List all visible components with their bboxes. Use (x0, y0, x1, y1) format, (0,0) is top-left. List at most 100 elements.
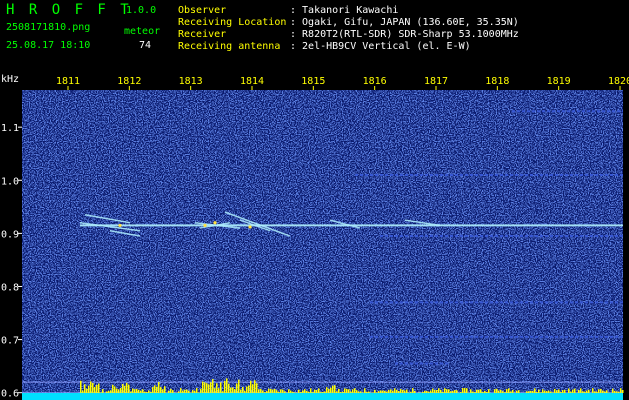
activity-bar (210, 382, 212, 393)
activity-bar (314, 389, 316, 393)
activity-bar (440, 389, 442, 393)
activity-bar (372, 392, 374, 393)
activity-bar (452, 390, 454, 393)
activity-bar (302, 390, 304, 393)
activity-bar (534, 388, 536, 393)
spectrogram-noise (22, 90, 623, 398)
activity-bar (88, 385, 90, 393)
activity-bar (338, 388, 340, 393)
activity-bar (212, 379, 214, 393)
app-version: 1.0.0 (126, 5, 157, 16)
activity-bar (450, 391, 452, 393)
activity-bar (288, 389, 290, 393)
activity-bar (500, 389, 502, 393)
activity-bar (128, 384, 130, 393)
activity-bar (324, 391, 326, 393)
activity-bar (432, 388, 434, 393)
activity-bar (116, 388, 118, 393)
activity-bar (150, 391, 152, 393)
activity-bar (562, 390, 564, 393)
activity-bar (586, 390, 588, 393)
activity-bar (414, 390, 416, 393)
activity-bar (304, 389, 306, 393)
activity-bar (592, 388, 594, 393)
noise-floor-bar (22, 393, 623, 400)
activity-bar (148, 390, 150, 393)
meteor-head (248, 225, 252, 229)
x-tick-label: 1812 (117, 76, 141, 87)
y-tick-label: 1.0 (1, 176, 19, 187)
activity-bar (158, 381, 160, 393)
activity-bar (434, 389, 436, 393)
activity-bar (476, 389, 478, 393)
activity-bar (190, 392, 192, 393)
activity-bar (282, 389, 284, 393)
activity-bar (616, 391, 618, 393)
activity-bar (498, 390, 500, 393)
activity-bar (340, 392, 342, 393)
activity-bar (326, 387, 328, 393)
activity-bar (456, 390, 458, 393)
antenna-label: Receiving antenna (178, 41, 281, 52)
activity-bar (360, 391, 362, 393)
activity-bar (410, 391, 412, 393)
activity-bar (98, 383, 100, 393)
activity-bar (478, 389, 480, 393)
activity-bar (168, 390, 170, 393)
activity-bar (186, 389, 188, 393)
activity-bar (538, 389, 540, 393)
activity-bar (548, 390, 550, 393)
activity-bar (344, 388, 346, 393)
y-axis-label: kHz (1, 74, 19, 85)
activity-bar (474, 392, 476, 393)
activity-bar (598, 389, 600, 393)
header-panel: H R O F F T 1.0.0 2508171810.png meteor … (0, 0, 629, 72)
activity-bar (278, 391, 280, 393)
spectrogram-chart: 1811 1812 1813 1814 1815 1816 1817 1818 1819 1820… (1, 74, 629, 400)
activity-bar (550, 391, 552, 393)
x-tick-label: 1819 (547, 76, 571, 87)
activity-bar (428, 391, 430, 393)
activity-bar (596, 391, 598, 393)
activity-bar (366, 391, 368, 393)
activity-bar (160, 387, 162, 393)
y-tick-label: 0.7 (1, 336, 19, 347)
activity-bar (554, 388, 556, 393)
activity-bar (280, 389, 282, 393)
activity-bar (200, 388, 202, 393)
activity-bar (346, 388, 348, 393)
activity-bar (430, 390, 432, 393)
antenna-value: : 2el-HB9CV Vertical (el. E-W) (290, 41, 471, 52)
activity-bar (544, 390, 546, 393)
activity-bar (318, 388, 320, 393)
activity-bar (226, 378, 228, 393)
activity-bar (274, 388, 276, 393)
activity-bar (114, 386, 116, 393)
activity-bar (322, 391, 324, 393)
file-name: 2508171810.png (6, 22, 91, 33)
date-time: 25.08.17 18:10 (6, 40, 91, 51)
y-tick-label: 0.9 (1, 229, 19, 240)
activity-bar (172, 390, 174, 393)
activity-bar (620, 388, 622, 393)
activity-bar (180, 388, 182, 393)
location-label: Receiving Location (178, 17, 287, 28)
activity-bar (188, 390, 190, 393)
activity-bar (392, 390, 394, 393)
activity-bar (276, 390, 278, 393)
activity-bar (422, 391, 424, 393)
activity-bar (202, 381, 204, 393)
activity-bar (156, 386, 158, 393)
activity-bar (380, 390, 382, 393)
activity-bar (444, 388, 446, 393)
activity-bar (222, 391, 224, 393)
activity-bar (464, 388, 466, 393)
activity-bar (484, 390, 486, 393)
activity-bar (482, 391, 484, 393)
activity-bar (356, 390, 358, 393)
activity-bar (352, 389, 354, 393)
activity-bar (184, 389, 186, 393)
activity-bar (312, 392, 314, 393)
activity-bar (510, 391, 512, 393)
activity-bar (560, 392, 562, 393)
